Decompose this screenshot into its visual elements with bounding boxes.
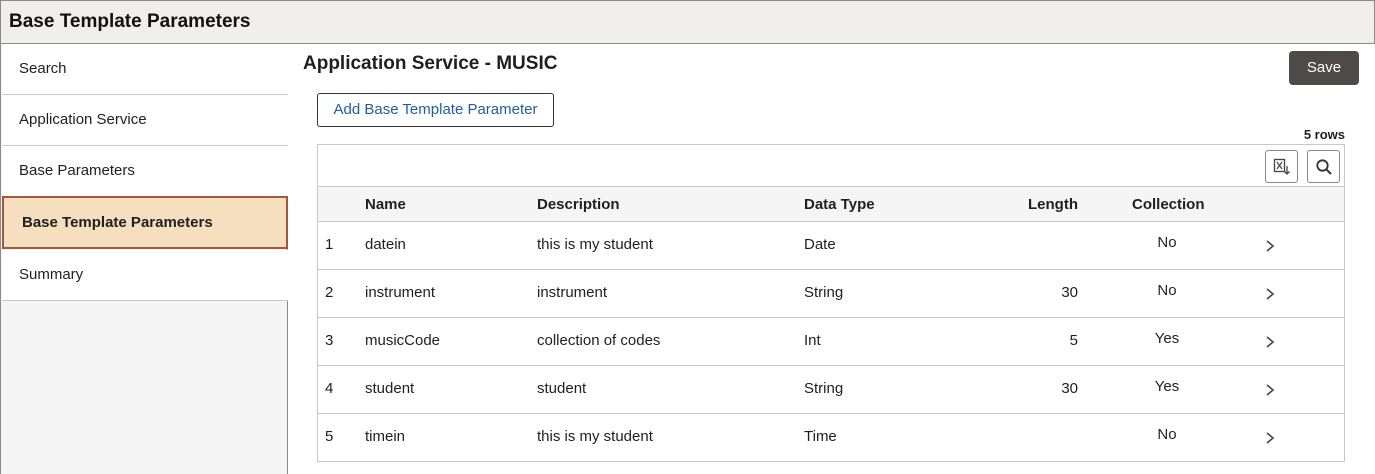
cell-name: timein: [365, 428, 406, 445]
column-header-length[interactable]: Length: [1008, 196, 1078, 213]
grid-toolbar: [317, 144, 1345, 187]
cell-description: collection of codes: [537, 332, 661, 349]
cell-data-type: String: [804, 284, 844, 301]
add-base-template-parameter-button[interactable]: Add Base Template Parameter: [317, 93, 554, 127]
row-number: 1: [325, 236, 334, 253]
column-header-data-type[interactable]: Data Type: [804, 196, 875, 213]
column-header-name[interactable]: Name: [365, 196, 406, 213]
table-row[interactable]: 3 musicCode collection of codes Int 5 Ye…: [317, 318, 1345, 366]
page-title: Application Service - MUSIC: [303, 53, 558, 74]
cell-collection: No: [1157, 234, 1177, 251]
sidebar-item-application-service[interactable]: Application Service: [2, 95, 288, 146]
chevron-right-icon[interactable]: [1264, 383, 1276, 397]
row-number: 5: [325, 428, 334, 445]
table-header-row: Name Description Data Type Length Collec…: [317, 187, 1345, 222]
parameters-table: Name Description Data Type Length Collec…: [317, 187, 1345, 462]
cell-name: datein: [365, 236, 406, 253]
chevron-right-icon[interactable]: [1264, 239, 1276, 253]
search-icon: [1316, 159, 1332, 175]
row-number: 3: [325, 332, 334, 349]
table-row[interactable]: 2 instrument instrument String 30 No: [317, 270, 1345, 318]
cell-length: 30: [1061, 284, 1078, 301]
chevron-right-icon[interactable]: [1264, 431, 1276, 445]
row-number: 4: [325, 380, 334, 397]
export-icon: [1273, 158, 1290, 175]
table-row[interactable]: 5 timein this is my student Time No: [317, 414, 1345, 462]
cell-data-type: String: [804, 380, 844, 397]
row-number: 2: [325, 284, 334, 301]
cell-name: student: [365, 380, 415, 397]
cell-data-type: Int: [804, 332, 821, 349]
cell-collection: Yes: [1154, 330, 1180, 347]
sidebar-item-summary[interactable]: Summary: [2, 250, 288, 301]
row-count-label: 5 rows: [1303, 127, 1345, 142]
table-row[interactable]: 1 datein this is my student Date No: [317, 222, 1345, 270]
sidebar-nav: Search Application Service Base Paramete…: [0, 44, 288, 474]
cell-description: this is my student: [537, 236, 653, 253]
search-button[interactable]: [1307, 150, 1340, 183]
cell-description: instrument: [537, 284, 608, 301]
cell-name: instrument: [365, 284, 436, 301]
main-content: Application Service - MUSIC Save Add Bas…: [289, 44, 1375, 474]
cell-collection: No: [1157, 426, 1177, 443]
sidebar-item-base-template-parameters[interactable]: Base Template Parameters: [2, 196, 288, 249]
chevron-right-icon[interactable]: [1264, 287, 1276, 301]
cell-collection: Yes: [1154, 378, 1180, 395]
sidebar-item-search[interactable]: Search: [2, 44, 288, 95]
export-button[interactable]: [1265, 150, 1298, 183]
table-row[interactable]: 4 student student String 30 Yes: [317, 366, 1345, 414]
cell-collection: No: [1157, 282, 1177, 299]
sidebar-item-base-parameters[interactable]: Base Parameters: [2, 146, 288, 197]
cell-length: 30: [1061, 380, 1078, 397]
page-header: Base Template Parameters: [0, 0, 1375, 44]
cell-description: student: [537, 380, 587, 397]
save-button[interactable]: Save: [1289, 51, 1359, 85]
cell-name: musicCode: [365, 332, 441, 349]
cell-length: 5: [1069, 332, 1078, 349]
cell-data-type: Date: [804, 236, 836, 253]
column-header-collection[interactable]: Collection: [1132, 196, 1205, 213]
chevron-right-icon[interactable]: [1264, 335, 1276, 349]
page-header-title: Base Template Parameters: [9, 11, 251, 32]
cell-description: this is my student: [537, 428, 653, 445]
cell-data-type: Time: [804, 428, 837, 445]
column-header-description[interactable]: Description: [537, 196, 620, 213]
